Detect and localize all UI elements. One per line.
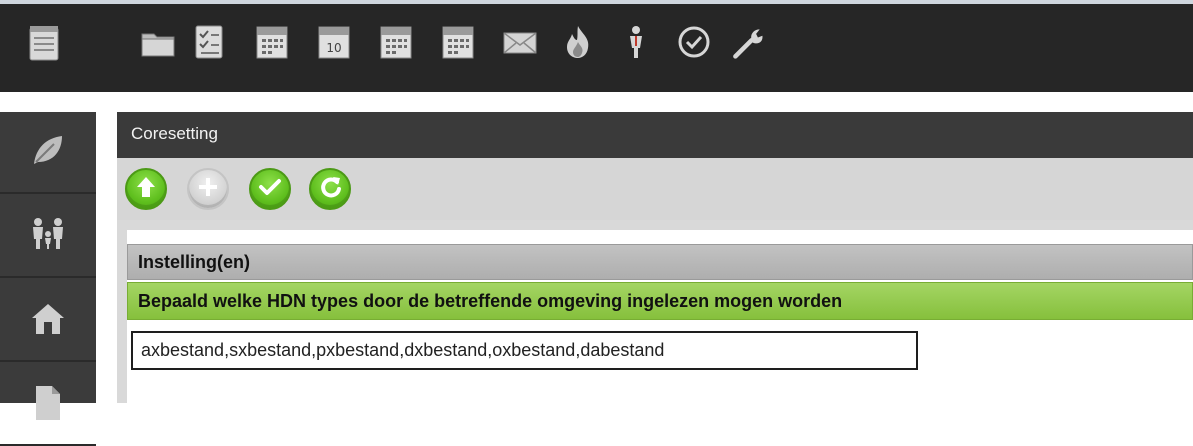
sidebar xyxy=(0,112,96,446)
panel-title: Coresetting xyxy=(117,112,1193,158)
fire-icon[interactable] xyxy=(560,22,596,62)
confirm-button[interactable] xyxy=(249,168,291,210)
folder-icon[interactable] xyxy=(140,22,176,62)
calendar-day-icon[interactable]: 10 xyxy=(316,22,352,62)
sidebar-item-document[interactable] xyxy=(0,364,96,446)
settings-content: Instelling(en) Bepaald welke HDN types d… xyxy=(127,230,1193,403)
clock-icon[interactable] xyxy=(676,22,712,62)
upload-icon xyxy=(133,174,159,204)
calendar-week-icon[interactable] xyxy=(378,22,414,62)
leaf-icon xyxy=(28,130,68,174)
wrench-icon[interactable] xyxy=(730,22,766,62)
refresh-icon xyxy=(317,174,343,204)
sidebar-item-house[interactable] xyxy=(0,280,96,362)
refresh-button[interactable] xyxy=(309,168,351,210)
add-button[interactable] xyxy=(187,168,229,210)
top-toolbar: 10 xyxy=(0,0,1193,92)
mail-icon[interactable] xyxy=(502,22,538,62)
add-icon xyxy=(196,175,220,203)
setting-description: Bepaald welke HDN types door de betreffe… xyxy=(127,282,1193,320)
coresetting-panel: Coresetting Instelling(en) Bepaald welke… xyxy=(117,112,1193,403)
settings-header: Instelling(en) xyxy=(127,244,1193,280)
calendar-icon[interactable] xyxy=(254,22,290,62)
family-icon xyxy=(28,214,68,258)
calendar-day-number: 10 xyxy=(326,41,341,55)
house-icon xyxy=(28,298,68,342)
checklist-icon[interactable] xyxy=(191,22,227,62)
document-icon xyxy=(28,382,68,426)
calendar-month-icon[interactable] xyxy=(440,22,476,62)
person-icon[interactable] xyxy=(618,22,654,62)
action-bar xyxy=(117,158,1193,220)
sidebar-item-family[interactable] xyxy=(0,196,96,278)
upload-button[interactable] xyxy=(125,168,167,210)
setting-value-input[interactable] xyxy=(131,331,918,370)
sidebar-item-leaf[interactable] xyxy=(0,112,96,194)
check-icon xyxy=(257,174,283,204)
notepad-icon[interactable] xyxy=(26,22,62,62)
